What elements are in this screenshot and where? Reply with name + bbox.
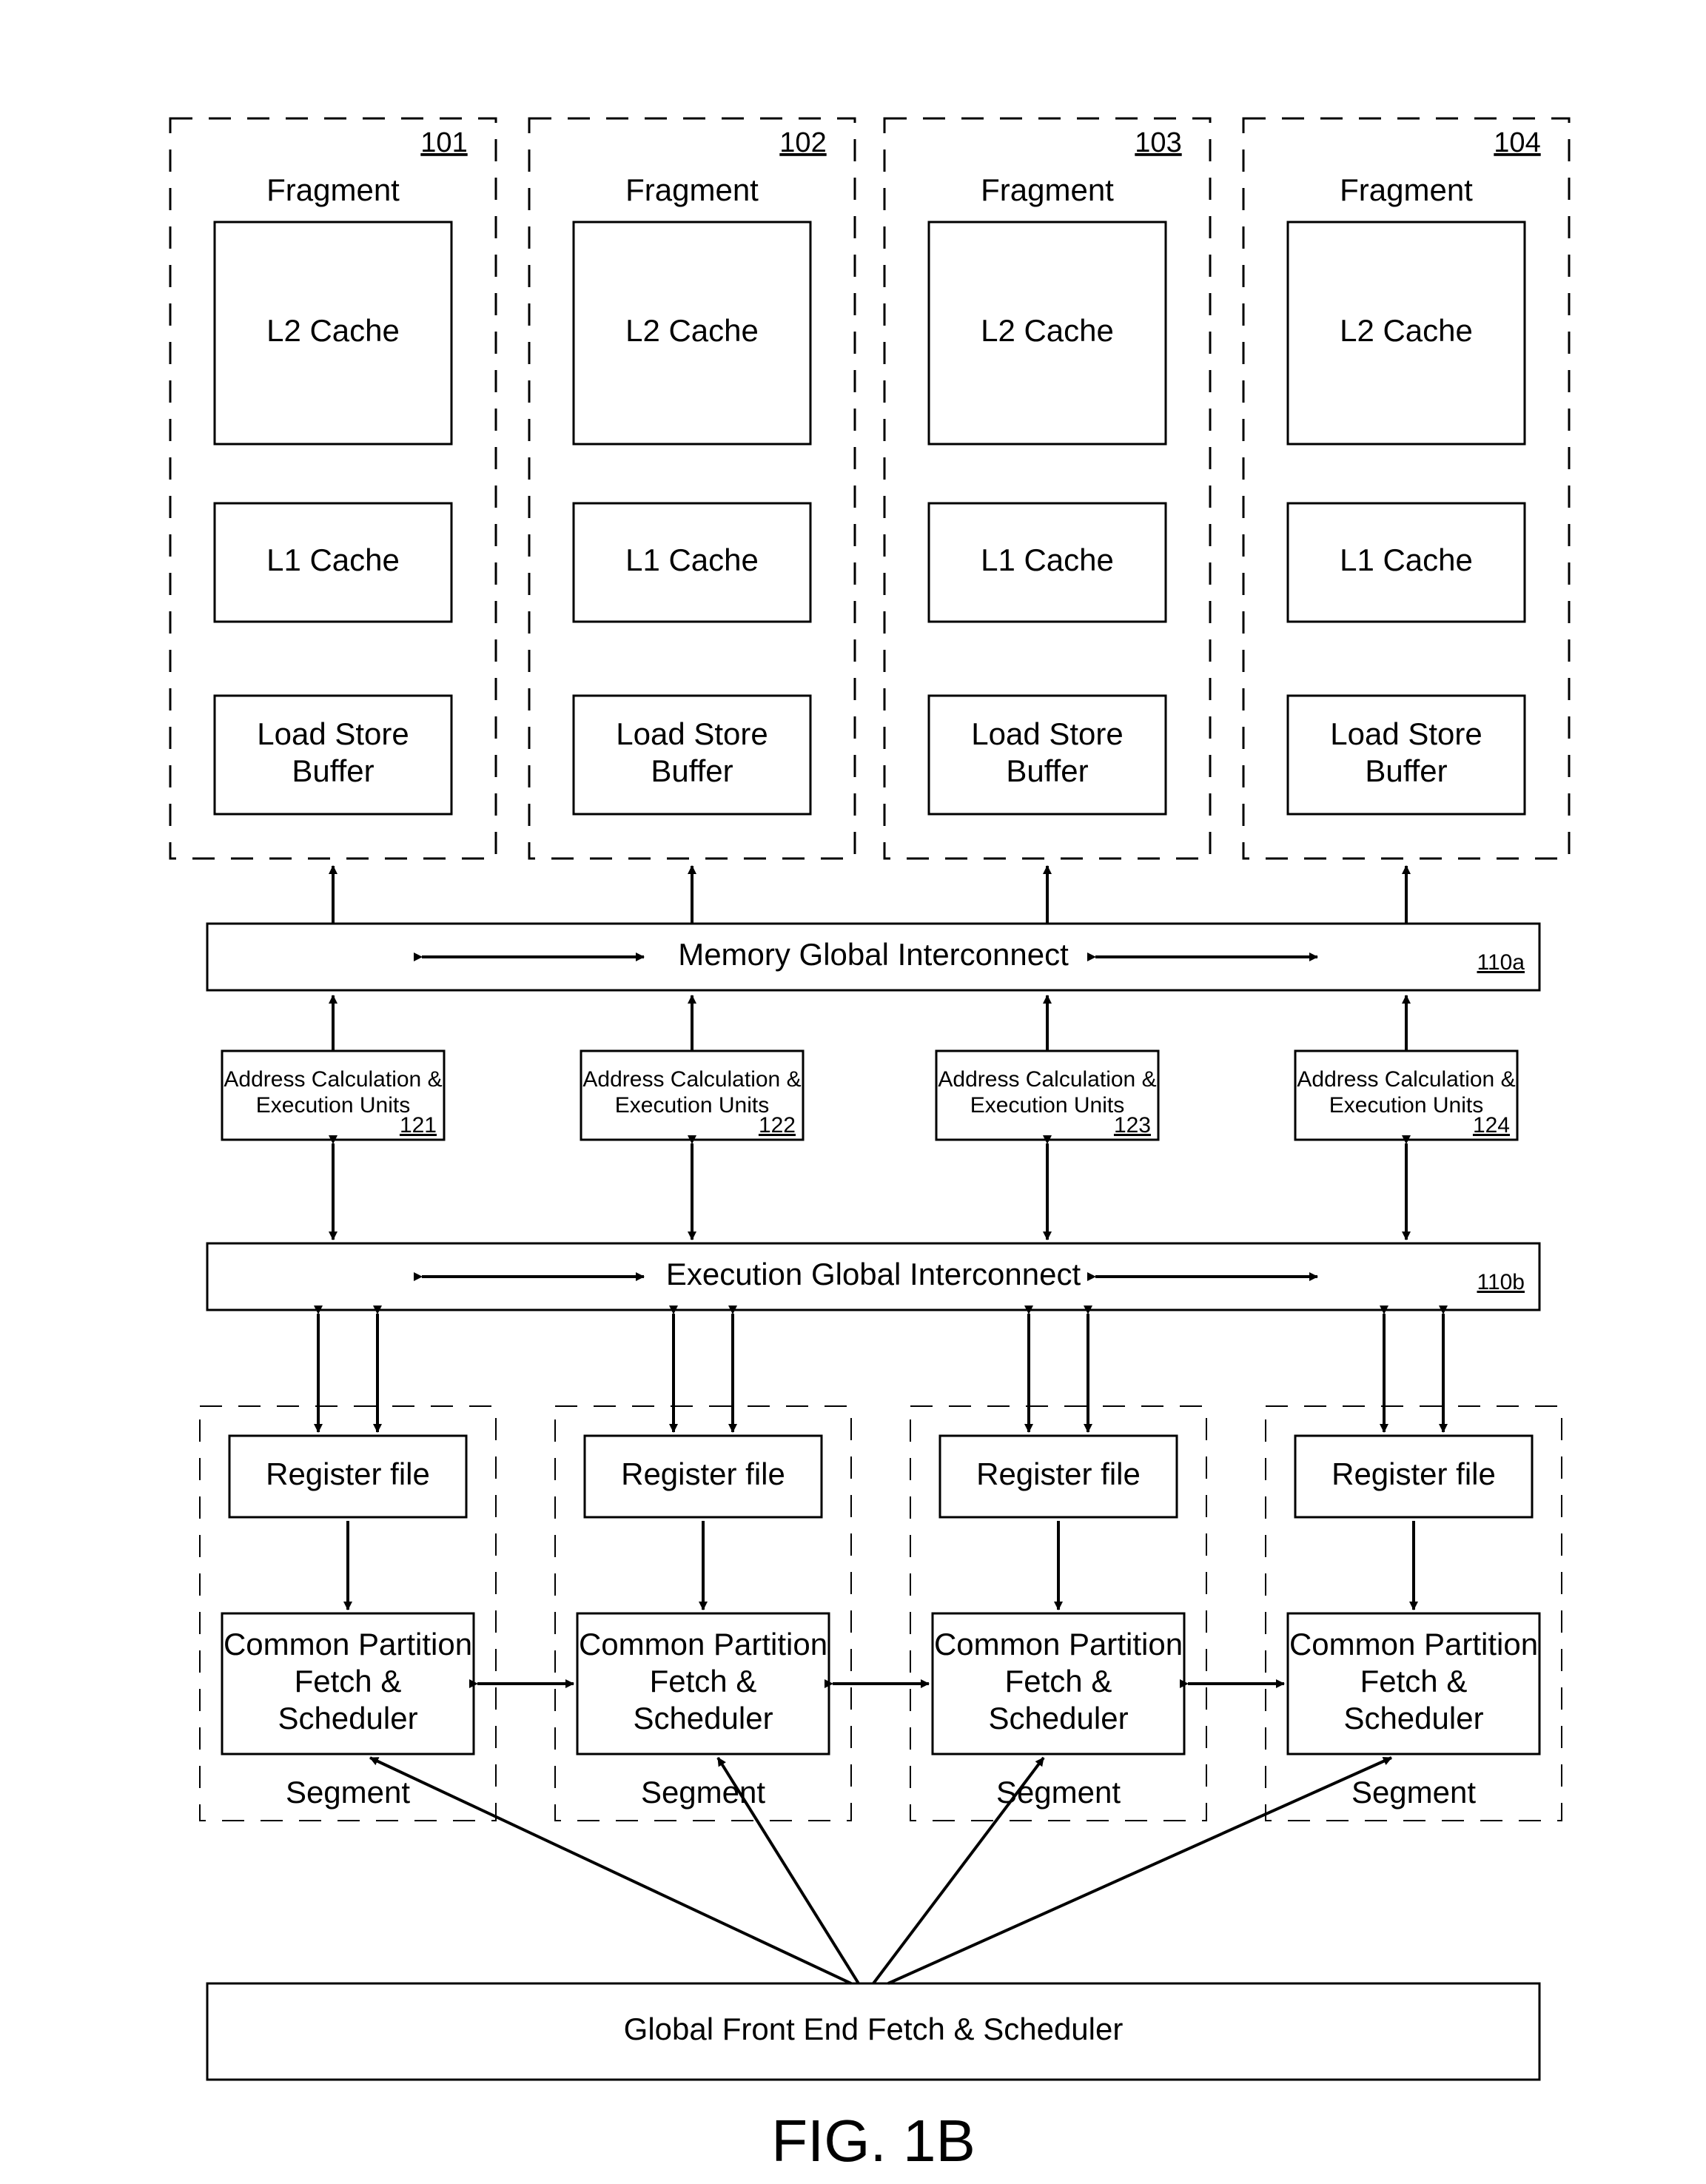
svg-text:Address Calculation &: Address Calculation & [224, 1067, 442, 1092]
l2-cache-label: L2 Cache [981, 313, 1114, 348]
global-front-end-label: Global Front End Fetch & Scheduler [624, 2012, 1124, 2046]
svg-text:Fetch &: Fetch & [1005, 1664, 1112, 1699]
svg-text:Fetch &: Fetch & [1360, 1664, 1468, 1699]
interconnect-to-reg-arrows [318, 1314, 1443, 1432]
execunit-to-interconnect-arrows [333, 1143, 1406, 1240]
exec-unit-ref: 124 [1473, 1113, 1510, 1138]
segment-3: Register file Common Partition Fetch & S… [1266, 1406, 1562, 1821]
reg-to-cp-arrows [348, 1521, 1414, 1610]
mem-interconnect-ref: 110a [1477, 950, 1525, 975]
l1-cache-label: L1 Cache [981, 542, 1114, 577]
fragment-ref: 101 [420, 127, 467, 158]
memory-interconnect: Memory Global Interconnect 110a [207, 924, 1539, 990]
svg-text:Address Calculation &: Address Calculation & [1297, 1067, 1515, 1092]
lsb-label2: Buffer [1365, 753, 1447, 788]
lsb-label2: Buffer [1006, 753, 1088, 788]
fragment-ref: 103 [1135, 127, 1181, 158]
l1-cache-label: L1 Cache [1340, 542, 1473, 577]
fragment-ref: 104 [1494, 127, 1540, 158]
fragment-3: 104 Fragment L2 Cache L1 Cache Load Stor… [1243, 118, 1569, 859]
fragment-0: 101 Fragment L2 Cache L1 Cache Load Stor… [170, 118, 496, 859]
cp-label-2: Fetch & [295, 1664, 402, 1699]
fragment-title: Fragment [266, 172, 400, 207]
svg-text:Scheduler: Scheduler [633, 1701, 773, 1736]
register-file-label: Register file [621, 1456, 785, 1491]
svg-text:Common Partition: Common Partition [1289, 1627, 1538, 1661]
l2-cache-label: L2 Cache [266, 313, 400, 348]
l1-cache-label: L1 Cache [625, 542, 759, 577]
svg-text:Common Partition: Common Partition [934, 1627, 1183, 1661]
exec-unit-3: Address Calculation & Execution Units 12… [1295, 1051, 1517, 1140]
svg-text:Register file: Register file [976, 1456, 1141, 1491]
global-front-end: Global Front End Fetch & Scheduler [207, 1983, 1539, 2080]
l1-cache-label: L1 Cache [266, 542, 400, 577]
exec-unit-ref: 121 [400, 1113, 437, 1138]
frontend-to-cp-arrows [370, 1758, 1391, 1983]
svg-text:Execution Units: Execution Units [970, 1093, 1124, 1118]
svg-text:Address Calculation &: Address Calculation & [938, 1067, 1156, 1092]
cp-label-1: Common Partition [224, 1627, 472, 1661]
lsb-label2: Buffer [651, 753, 733, 788]
register-file-label: Register file [266, 1456, 430, 1491]
svg-text:Segment: Segment [996, 1775, 1121, 1810]
mem-interconnect-label: Memory Global Interconnect [678, 937, 1069, 972]
svg-text:Scheduler: Scheduler [1343, 1701, 1483, 1736]
cp-label-3: Scheduler [278, 1701, 417, 1736]
exec-interconnect-ref: 110b [1477, 1270, 1525, 1294]
segment-1: Register file Common Partition Fetch & S… [555, 1406, 851, 1821]
fragment-2: 103 Fragment L2 Cache L1 Cache Load Stor… [884, 118, 1210, 859]
svg-text:Register file: Register file [1331, 1456, 1496, 1491]
lsb-label: Load Store [616, 716, 768, 751]
segment-0: Register file Common Partition Fetch & S… [200, 1406, 496, 1821]
figure-label: FIG. 1B [771, 2108, 975, 2174]
fragments-row: 101 Fragment L2 Cache L1 Cache Load Stor… [170, 118, 1569, 859]
svg-text:Scheduler: Scheduler [988, 1701, 1128, 1736]
fragment-title: Fragment [625, 172, 759, 207]
exec-units-row: Address Calculation & Execution Units 12… [222, 1051, 1517, 1140]
svg-text:Execution Units: Execution Units [1329, 1093, 1483, 1118]
l2-cache-label: L2 Cache [625, 313, 759, 348]
exec-unit-2: Address Calculation & Execution Units 12… [936, 1051, 1158, 1140]
frag-to-mem-arrows [333, 866, 1406, 924]
segment-label: Segment [286, 1775, 410, 1810]
l2-cache-label: L2 Cache [1340, 313, 1473, 348]
exec-unit-0: Address Calculation & Execution Units 12… [222, 1051, 444, 1140]
svg-text:Execution Units: Execution Units [615, 1093, 769, 1118]
exec-interconnect: Execution Global Interconnect 110b [207, 1243, 1539, 1310]
fragment-1: 102 Fragment L2 Cache L1 Cache Load Stor… [529, 118, 855, 859]
fragment-ref: 102 [779, 127, 826, 158]
svg-text:Fetch &: Fetch & [650, 1664, 757, 1699]
segments-row: Register file Common Partition Fetch & S… [200, 1406, 1562, 1821]
svg-text:Common Partition: Common Partition [579, 1627, 827, 1661]
lsb-label: Load Store [971, 716, 1124, 751]
svg-text:Address Calculation &: Address Calculation & [582, 1067, 801, 1092]
mem-to-exec-arrows [333, 995, 1406, 1051]
exec-interconnect-label: Execution Global Interconnect [666, 1257, 1081, 1291]
fragment-title: Fragment [981, 172, 1114, 207]
segment-2: Register file Common Partition Fetch & S… [910, 1406, 1206, 1821]
svg-text:Segment: Segment [1351, 1775, 1476, 1810]
lsb-label: Load Store [257, 716, 409, 751]
fragment-title: Fragment [1340, 172, 1473, 207]
svg-text:Execution Units: Execution Units [256, 1093, 410, 1118]
exec-unit-ref: 123 [1114, 1113, 1151, 1138]
exec-unit-ref: 122 [759, 1113, 796, 1138]
exec-unit-1: Address Calculation & Execution Units 12… [581, 1051, 803, 1140]
lsb-label: Load Store [1330, 716, 1482, 751]
lsb-label2: Buffer [292, 753, 374, 788]
